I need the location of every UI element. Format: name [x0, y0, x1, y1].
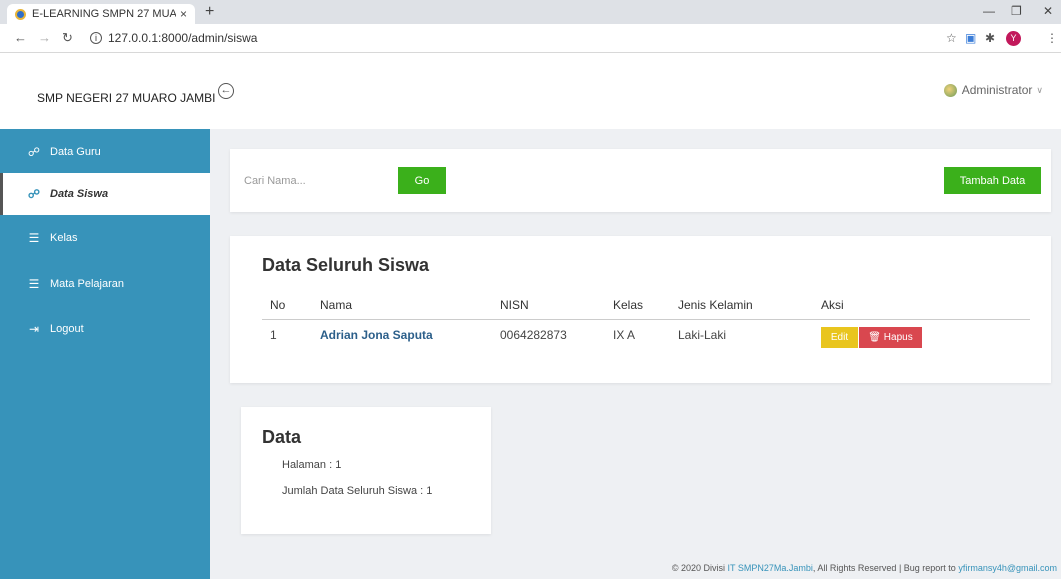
cell-nisn: 0064282873: [500, 327, 567, 342]
sidebar-item-data-siswa[interactable]: ☍ Data Siswa: [0, 173, 210, 215]
student-table-card: Data Seluruh Siswa No Nama NISN Kelas Je…: [230, 236, 1051, 383]
sidebar-item-label: Mata Pelajaran: [50, 278, 124, 290]
browser-tab-bar: E-LEARNING SMPN 27 MUARO J × + — ❐ ✕: [0, 0, 1061, 24]
users-icon: ☍: [27, 145, 41, 159]
summary-card: Data Halaman : 1 Jumlah Data Seluruh Sis…: [241, 407, 491, 534]
footer-copyright: © 2020 Divisi: [671, 563, 726, 573]
sidebar-toggle-icon[interactable]: ←: [218, 83, 234, 99]
app-header: SMP NEGERI 27 MUARO JAMBI ← Administrato…: [0, 53, 1061, 129]
address-bar[interactable]: i 127.0.0.1:8000/admin/siswa: [90, 27, 940, 49]
tab-title: E-LEARNING SMPN 27 MUARO J: [32, 8, 176, 20]
add-data-button[interactable]: Tambah Data: [944, 167, 1041, 194]
table-title: Data Seluruh Siswa: [262, 255, 430, 275]
site-info-icon[interactable]: i: [90, 32, 102, 44]
menu-kebab-icon[interactable]: ⋮: [1046, 31, 1058, 45]
edit-button[interactable]: Edit: [821, 326, 858, 348]
total-count-info: Jumlah Data Seluruh Siswa : 1: [282, 485, 433, 497]
browser-tab[interactable]: E-LEARNING SMPN 27 MUARO J ×: [7, 4, 195, 24]
search-input[interactable]: [240, 167, 398, 194]
search-card: Go Tambah Data: [230, 149, 1051, 212]
footer-email-link[interactable]: yfirmansy4h@gmail.com: [958, 563, 1057, 573]
delete-button-label: Hapus: [883, 331, 913, 343]
back-icon[interactable]: ←: [14, 30, 27, 45]
table-header-row: No Nama NISN Kelas Jenis Kelamin Aksi: [262, 292, 1030, 320]
user-menu[interactable]: Administrator ∨: [943, 83, 1043, 97]
cell-aksi: Edit 🗑 Hapus: [813, 319, 1030, 350]
database-icon: ☰: [28, 277, 40, 291]
footer: © 2020 Divisi IT SMPN27Ma.Jambi, All Rig…: [672, 563, 1057, 573]
sidebar-item-logout[interactable]: ⇥ Logout: [0, 308, 210, 350]
page-info: Halaman : 1: [282, 459, 342, 471]
restore-icon[interactable]: ❐: [1011, 4, 1022, 18]
column-header-no: No: [262, 292, 312, 320]
summary-title: Data: [262, 427, 302, 447]
sidebar-item-label: Kelas: [50, 232, 78, 244]
extensions-puzzle-icon[interactable]: ✱: [985, 31, 995, 45]
footer-rights: , All Rights Reserved | Bug report to: [812, 563, 956, 573]
table-row: 1 Adrian Jona Saputa 0064282873 IX A Lak…: [262, 319, 1030, 350]
users-icon: ☍: [27, 187, 41, 201]
sidebar-item-kelas[interactable]: ☰ Kelas: [0, 217, 210, 259]
cell-jenis-kelamin: Laki-Laki: [678, 327, 727, 342]
sidebar-item-data-guru[interactable]: ☍ Data Guru: [0, 131, 210, 173]
new-tab-button[interactable]: +: [205, 3, 214, 21]
minimize-icon[interactable]: —: [983, 4, 995, 18]
go-button[interactable]: Go: [398, 167, 446, 194]
logout-icon: ⇥: [28, 322, 40, 336]
column-header-aksi: Aksi: [813, 292, 1030, 320]
delete-button[interactable]: 🗑 Hapus: [859, 326, 922, 348]
sidebar-item-label: Data Siswa: [50, 188, 109, 200]
brand-title: SMP NEGERI 27 MUARO JAMBI: [37, 91, 216, 105]
reload-icon[interactable]: ↻: [62, 30, 73, 46]
column-header-nama: Nama: [312, 292, 492, 320]
close-tab-icon[interactable]: ×: [180, 7, 187, 21]
student-table: No Nama NISN Kelas Jenis Kelamin Aksi 1 …: [262, 292, 1030, 350]
sidebar: ☍ Data Guru ☍ Data Siswa ☰ Kelas ☰ Mata …: [0, 129, 210, 579]
sidebar-item-mata-pelajaran[interactable]: ☰ Mata Pelajaran: [0, 263, 210, 305]
bookmark-star-icon[interactable]: ☆: [946, 31, 957, 45]
cell-no: 1: [270, 327, 277, 342]
chevron-down-icon: ∨: [1036, 84, 1043, 95]
site-favicon-icon: [15, 8, 26, 20]
extension-icon[interactable]: ▣: [965, 31, 976, 45]
sidebar-item-label: Data Guru: [50, 146, 101, 158]
cell-kelas: IX A: [613, 327, 636, 342]
column-header-kelas: Kelas: [605, 292, 670, 320]
database-icon: ☰: [28, 231, 40, 245]
profile-avatar[interactable]: Y: [1006, 31, 1021, 46]
browser-toolbar: ← → ↻ i 127.0.0.1:8000/admin/siswa ☆ ▣ ✱…: [0, 24, 1061, 53]
column-header-nisn: NISN: [492, 292, 605, 320]
close-window-icon[interactable]: ✕: [1043, 4, 1053, 18]
url-text: 127.0.0.1:8000/admin/siswa: [108, 31, 258, 45]
column-header-jenis-kelamin: Jenis Kelamin: [670, 292, 813, 320]
cell-nama[interactable]: Adrian Jona Saputa: [312, 319, 492, 350]
footer-division-link[interactable]: IT SMPN27Ma.Jambi: [728, 563, 813, 573]
user-avatar-icon: [943, 83, 957, 97]
trash-icon: 🗑: [868, 331, 881, 343]
sidebar-item-label: Logout: [50, 323, 84, 335]
user-name: Administrator: [961, 83, 1033, 97]
forward-icon[interactable]: →: [38, 30, 51, 45]
